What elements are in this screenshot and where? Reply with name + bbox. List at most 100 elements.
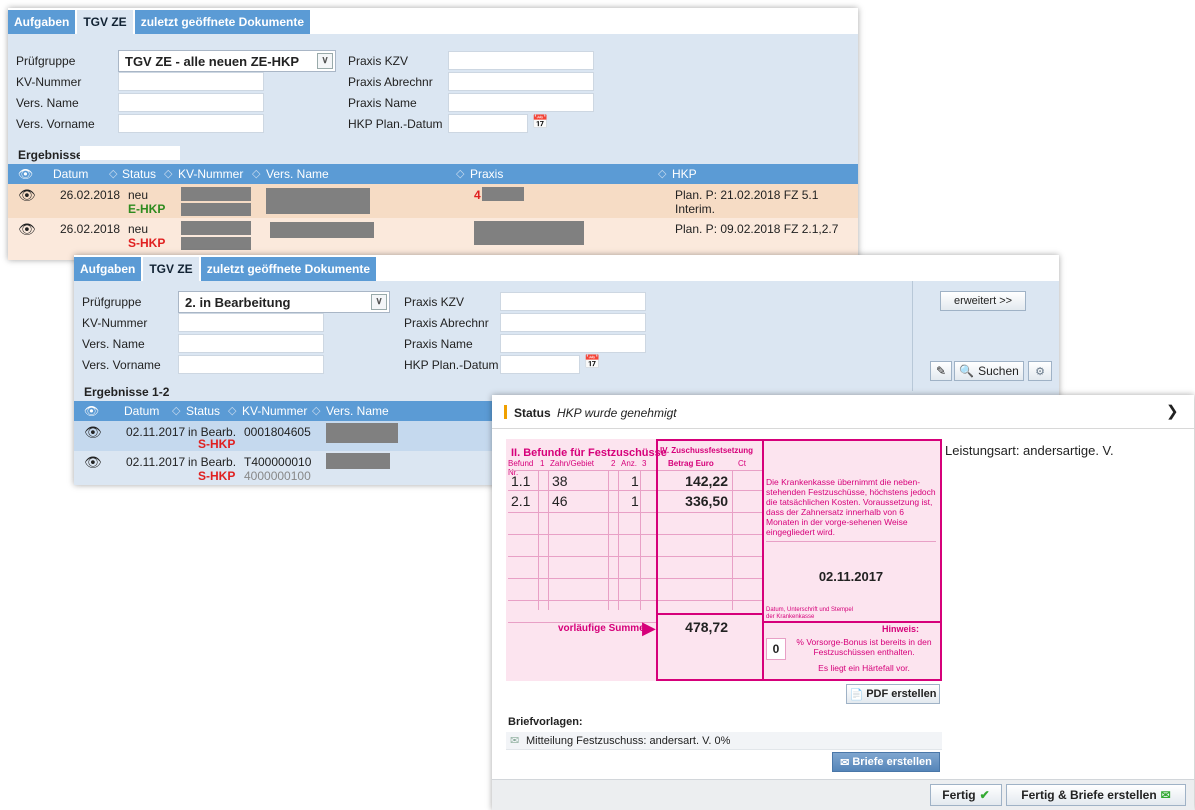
vers-vorname-input[interactable] (118, 114, 264, 133)
praxis-kzv-input[interactable] (448, 51, 594, 70)
eye-icon[interactable]: 👁 (18, 187, 36, 204)
redacted-kv (181, 203, 251, 216)
sort-icon[interactable]: ◇ (172, 404, 180, 417)
label-kv-nummer: KV-Nummer (16, 75, 82, 89)
tab-zuletzt[interactable]: zuletzt geöffnete Dokumente (200, 257, 377, 281)
pruefgruppe-select[interactable]: TGV ZE - alle neuen ZE-HKP ∨ (118, 50, 336, 72)
chevron-down-icon[interactable]: ∨ (371, 294, 387, 310)
row-datum: 26.02.2018 (60, 188, 121, 202)
form-line (658, 470, 762, 471)
summe-line (658, 613, 762, 615)
form-line (508, 512, 656, 513)
praxis-abrechnr-input[interactable] (500, 313, 646, 332)
label-praxis-kzv: Praxis KZV (404, 295, 465, 309)
col-status[interactable]: Status (186, 404, 220, 418)
redacted-name (266, 188, 370, 214)
sort-icon[interactable]: ◇ (252, 167, 260, 180)
sort-icon[interactable]: ◇ (658, 167, 666, 180)
bonus-input[interactable]: 0 (766, 638, 786, 660)
label-praxis-abrechnr: Praxis Abrechnr (404, 316, 489, 330)
label-vers-vorname: Vers. Vorname (16, 117, 95, 131)
tab-zuletzt[interactable]: zuletzt geöffnete Dokumente (134, 10, 311, 34)
pdf-button[interactable]: 📄 PDF erstellen (846, 684, 940, 704)
hkp-plan-datum-input[interactable] (448, 114, 528, 133)
eye-icon[interactable]: 👁 (84, 454, 102, 471)
col-befund-num: 1 (540, 459, 545, 468)
summe-label: vorläufige Summe (558, 623, 645, 634)
row-hkp: Plan. P: 09.02.2018 FZ 2.1,2.7 (675, 222, 839, 236)
letters-icon: ✉ (840, 756, 850, 769)
form-line (608, 470, 609, 610)
praxis-kzv-input[interactable] (500, 292, 646, 311)
col-kv-nummer[interactable]: KV-Nummer (242, 404, 307, 418)
praxis-abrechnr-input[interactable] (448, 72, 594, 91)
signature-label: Datum, Unterschrift und Stempel der Kran… (766, 607, 854, 620)
suchen-label: Suchen (978, 364, 1019, 378)
kv-nummer-input[interactable] (118, 72, 264, 91)
tab-aufgaben[interactable]: Aufgaben (8, 10, 76, 34)
praxis-name-input[interactable] (448, 93, 594, 112)
settings-icon[interactable]: ⚙ (1028, 361, 1052, 381)
info-text: Die Krankenkasse übernimmt die neben-ste… (766, 477, 936, 537)
col-vers-name[interactable]: Vers. Name (326, 404, 389, 418)
calendar-icon[interactable]: 📅 (532, 114, 548, 130)
sort-icon[interactable]: ◇ (456, 167, 464, 180)
redacted-praxis (474, 221, 584, 245)
tab-tgv-ze[interactable]: TGV ZE (143, 257, 199, 281)
col-praxis[interactable]: Praxis (470, 167, 503, 181)
brief-item[interactable]: ✉ Mitteilung Festzuschuss: andersart. V.… (506, 732, 942, 750)
fertig-briefe-button[interactable]: Fertig & Briefe erstellen ✉ (1006, 784, 1186, 806)
calendar-icon[interactable]: 📅 (584, 354, 600, 370)
sort-icon[interactable]: ◇ (312, 404, 320, 417)
eye-icon[interactable]: 👁 (18, 221, 36, 238)
eraser-icon[interactable]: ✎ (930, 361, 952, 381)
kv-nummer-input[interactable] (178, 313, 324, 332)
pruefgruppe-value: 2. in Bearbeitung (185, 294, 291, 310)
label-hkp-plan-datum: HKP Plan.-Datum (348, 117, 443, 131)
row1-befund: 1.1 (511, 473, 531, 489)
col-datum[interactable]: Datum (124, 404, 159, 418)
leistungsart: Leistungsart: andersartige. V. (945, 443, 1114, 458)
form-line (508, 600, 656, 601)
erweitert-button[interactable]: erweitert >> (940, 291, 1026, 311)
hkp-plan-datum-input[interactable] (500, 355, 580, 374)
praxis-name-input[interactable] (500, 334, 646, 353)
table-row[interactable]: 👁 26.02.2018 neu S-HKP Plan. P: 09.02.20… (8, 218, 858, 260)
col-status[interactable]: Status (122, 167, 156, 181)
eye-icon[interactable]: 👁 (84, 424, 102, 441)
pdf-button-label: PDF erstellen (866, 688, 937, 700)
pruefgruppe-select[interactable]: 2. in Bearbeitung ∨ (178, 291, 390, 313)
tab-tgv-ze[interactable]: TGV ZE (77, 10, 133, 34)
chevron-down-icon[interactable]: ❯ (1166, 402, 1179, 420)
col-hkp[interactable]: HKP (672, 167, 697, 181)
col-kv-nummer[interactable]: KV-Nummer (178, 167, 243, 181)
section2-title: II. Befunde für Festzuschüsse (511, 447, 667, 459)
table-row[interactable]: 👁 26.02.2018 neu E-HKP 4 Plan. P: 21.02.… (8, 184, 858, 218)
form-line (508, 470, 656, 471)
results-label-text: Ergebnisse (84, 385, 149, 399)
col-vers-name[interactable]: Vers. Name (266, 167, 329, 181)
status-header[interactable]: Status HKP wurde genehmigt ❯ (492, 395, 1194, 429)
sort-icon[interactable]: ◇ (109, 167, 117, 180)
row-status-type: S-HKP (198, 437, 236, 451)
fertig-button[interactable]: Fertig ✔ (930, 784, 1002, 806)
suchen-button[interactable]: 🔍 Suchen (954, 361, 1024, 381)
col-ct: Ct (738, 459, 746, 468)
section4-title: IV. Zuschussfestsetzung (660, 446, 754, 455)
label-praxis-name: Praxis Name (404, 337, 473, 351)
mail-icon: ✉ (510, 735, 520, 747)
row-kv-secondary: 4000000100 (244, 469, 311, 483)
sort-icon[interactable]: ◇ (228, 404, 236, 417)
vers-name-input[interactable] (178, 334, 324, 353)
chevron-down-icon[interactable]: ∨ (317, 53, 333, 69)
vers-vorname-input[interactable] (178, 355, 324, 374)
vers-name-input[interactable] (118, 93, 264, 112)
tab-aufgaben[interactable]: Aufgaben (74, 257, 142, 281)
row-datum: 02.11.2017 (126, 425, 186, 439)
col-datum[interactable]: Datum (53, 167, 88, 181)
row1-betrag: 142,22 (685, 473, 728, 489)
redacted-kv (181, 187, 251, 201)
briefe-button[interactable]: ✉ Briefe erstellen (832, 752, 940, 772)
sort-icon[interactable]: ◇ (164, 167, 172, 180)
form-line (508, 490, 656, 491)
